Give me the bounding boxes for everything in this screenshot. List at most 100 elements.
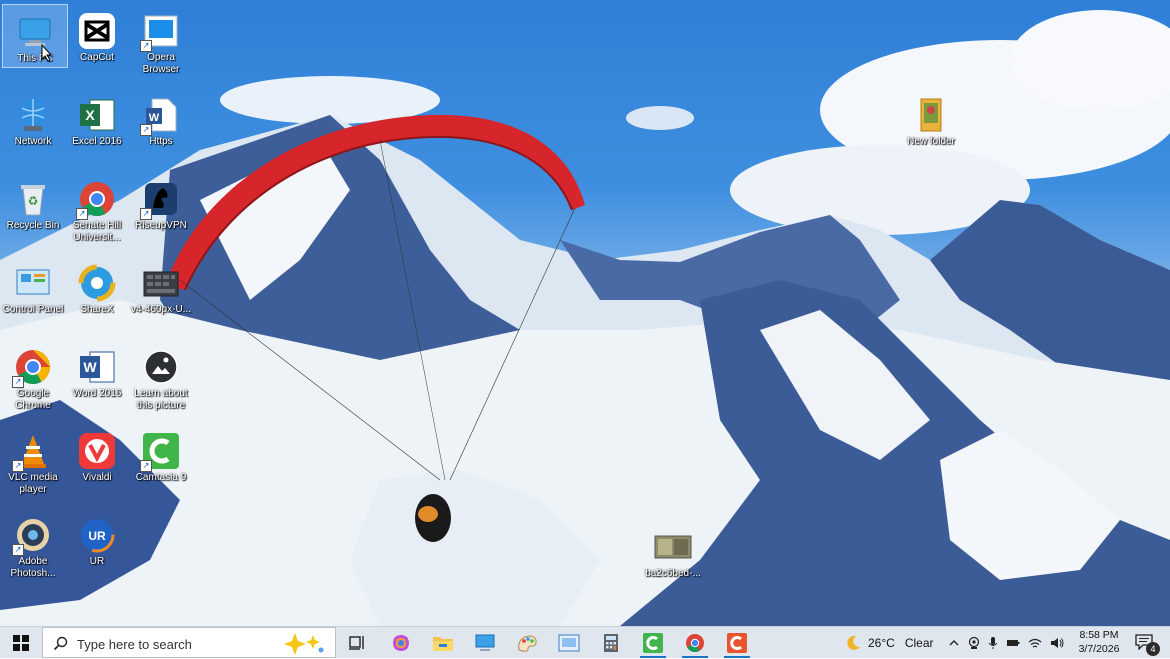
desktop-icon-label: CapCut <box>80 52 114 63</box>
taskbar-paint[interactable] <box>508 627 546 658</box>
taskbar-app-window[interactable] <box>550 627 588 658</box>
desktop-icon-senate-hill[interactable]: ↗ Senate Hill Universit... <box>64 172 130 244</box>
desktop-icon-vivaldi[interactable]: Vivaldi <box>64 424 130 484</box>
sharex-icon <box>78 264 116 302</box>
desktop-icon-label: Vivaldi <box>82 472 112 483</box>
shortcut-arrow-icon: ↗ <box>12 376 24 388</box>
desktop-icon-this-pc[interactable]: This PC <box>2 4 68 68</box>
desktop-icon-vlc[interactable]: ↗ VLC media player <box>0 424 66 496</box>
svg-text:♻: ♻ <box>28 194 39 208</box>
image-file-icon <box>142 264 180 302</box>
windows-logo-icon <box>13 635 29 651</box>
vpn-icon: ↗ <box>140 180 180 220</box>
desktop-icon-label: ShareX <box>80 304 114 315</box>
taskbar: 26°C Clear 8:58 PM 3/7/2026 4 <box>0 626 1170 658</box>
computer-icon <box>475 634 495 651</box>
chevron-up-icon[interactable] <box>948 637 960 649</box>
chrome-icon: ↗ <box>12 348 52 388</box>
desktop-icon-label: RiseupVPN <box>135 220 187 231</box>
svg-text:X: X <box>85 107 95 123</box>
wifi-icon[interactable] <box>1028 637 1042 649</box>
calculator-icon <box>604 633 618 652</box>
desktop-icon-recycle-bin[interactable]: ♻ Recycle Bin <box>0 172 66 232</box>
clock[interactable]: 8:58 PM 3/7/2026 <box>1073 628 1125 656</box>
search-input[interactable] <box>75 634 279 654</box>
desktop-icon-google-chrome[interactable]: ↗ Google Chrome <box>0 340 66 412</box>
desktop-icon-label: Control Panel <box>2 304 64 315</box>
microphone-icon[interactable] <box>988 636 998 650</box>
desktop-icon-excel[interactable]: X Excel 2016 <box>64 88 130 148</box>
shortcut-arrow-icon: ↗ <box>140 40 152 52</box>
taskbar-camtasia[interactable] <box>634 627 672 658</box>
task-view-button[interactable] <box>338 627 376 658</box>
shortcut-arrow-icon: ↗ <box>140 124 152 136</box>
desktop[interactable]: This PC Network ♻ Recycle Bin Control Pa… <box>0 0 1170 626</box>
desktop-icon-ur[interactable]: UR UR <box>64 508 130 568</box>
volume-icon[interactable] <box>1050 637 1064 649</box>
desktop-icon-label: New folder <box>907 136 955 147</box>
word-icon: W <box>78 348 116 386</box>
search-icon <box>53 636 68 651</box>
folder-icon <box>433 636 453 651</box>
webcam-icon[interactable] <box>968 636 980 650</box>
svg-text:UR: UR <box>88 529 106 543</box>
shortcut-arrow-icon: ↗ <box>76 208 88 220</box>
desktop-icon-capcut[interactable]: CapCut <box>64 4 130 64</box>
start-button[interactable] <box>0 627 42 659</box>
desktop-icon-label: This PC <box>17 53 53 64</box>
desktop-icon-label: Adobe Photosh... <box>10 556 56 579</box>
desktop-icon-word[interactable]: W Word 2016 <box>64 340 130 400</box>
desktop-icon-camtasia[interactable]: ↗ Camtasia 9 <box>128 424 194 484</box>
desktop-icon-network[interactable]: Network <box>0 88 66 148</box>
taskbar-search-box[interactable] <box>42 627 336 658</box>
clock-time: 8:58 PM <box>1079 629 1119 641</box>
camera-icon <box>142 348 180 386</box>
taskbar-camtasia-recorder[interactable] <box>718 627 756 658</box>
task-view-icon <box>349 635 364 650</box>
desktop-icon-opera[interactable]: ↗ Opera Browser <box>128 4 194 76</box>
desktop-icon-ba2c6bed[interactable]: ba2c6bed-... <box>640 520 706 580</box>
desktop-icon-learn-about-picture[interactable]: Learn about this picture <box>128 340 194 412</box>
notification-count-badge: 4 <box>1146 642 1160 656</box>
notification-center-button[interactable]: 4 <box>1132 629 1162 657</box>
control-panel-icon <box>14 264 52 302</box>
desktop-icon-label: Network <box>14 136 52 147</box>
desktop-icon-label: Recycle Bin <box>6 220 60 231</box>
taskbar-file-explorer[interactable] <box>424 627 462 658</box>
taskbar-calculator[interactable] <box>592 627 630 658</box>
desktop-icon-label: v4-460px-U... <box>130 304 192 315</box>
excel-icon: X <box>78 96 116 134</box>
image-file-icon <box>654 528 692 566</box>
desktop-icon-label: Excel 2016 <box>72 136 122 147</box>
search-highlight-icon[interactable] <box>283 631 327 655</box>
desktop-icon-label: Https <box>149 136 173 147</box>
camtasia-icon: ↗ <box>140 432 180 472</box>
desktop-icon-photoshop[interactable]: ↗ Adobe Photosh... <box>0 508 66 580</box>
battery-icon[interactable] <box>1006 637 1020 649</box>
copilot-icon <box>393 634 409 651</box>
desktop-icon-label: Word 2016 <box>72 388 122 399</box>
desktop-icon-riseupvpn[interactable]: ↗ RiseupVPN <box>128 172 194 232</box>
chrome-icon <box>686 633 704 652</box>
desktop-icon-v4-image[interactable]: v4-460px-U... <box>128 256 194 316</box>
desktop-icon-label: Google Chrome <box>15 388 51 411</box>
desktop-icon-control-panel[interactable]: Control Panel <box>0 256 66 316</box>
shortcut-arrow-icon: ↗ <box>12 460 24 472</box>
desktop-icon-new-folder[interactable]: New folder <box>898 88 964 148</box>
taskbar-chrome[interactable] <box>676 627 714 658</box>
taskbar-copilot[interactable] <box>382 627 420 658</box>
desktop-icon-sharex[interactable]: ShareX <box>64 256 130 316</box>
vlc-icon: ↗ <box>12 432 52 472</box>
taskbar-this-pc[interactable] <box>466 627 504 658</box>
svg-text:W: W <box>149 112 160 124</box>
paint-icon <box>518 634 537 652</box>
ur-browser-icon: UR <box>78 516 116 554</box>
desktop-icon-https[interactable]: W ↗ Https <box>128 88 194 148</box>
desktop-icon-label: VLC media player <box>8 472 58 495</box>
desktop-icon-label: Camtasia 9 <box>135 472 187 483</box>
shortcut-arrow-icon: ↗ <box>140 460 152 472</box>
window-app-icon <box>558 634 580 651</box>
desktop-icon-label: UR <box>89 556 105 567</box>
weather-widget[interactable]: 26°C Clear <box>844 627 934 658</box>
desktop-icon-label: Opera Browser <box>142 52 180 75</box>
